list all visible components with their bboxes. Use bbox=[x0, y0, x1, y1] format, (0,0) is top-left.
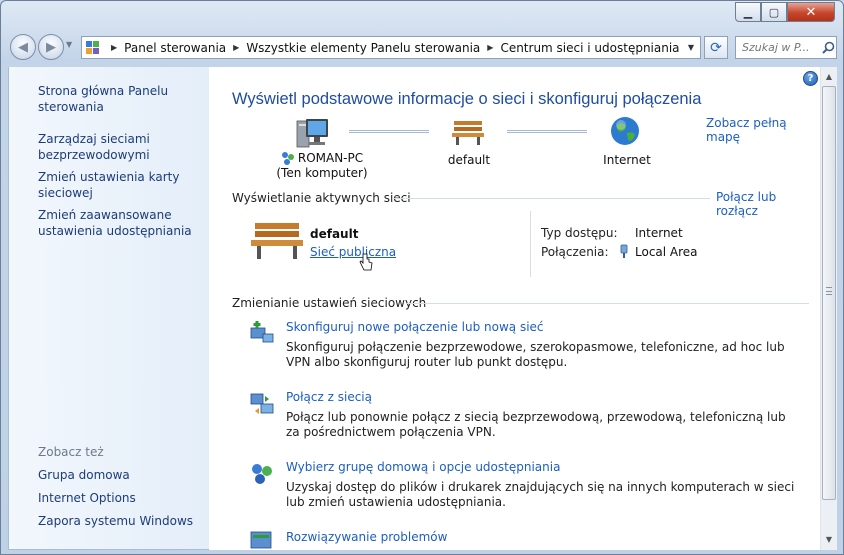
help-button[interactable]: ? bbox=[803, 71, 818, 86]
windows-firewall-link[interactable]: Zapora systemu Windows bbox=[38, 513, 193, 529]
address-dropdown-icon[interactable]: ▼ bbox=[682, 43, 700, 52]
access-type-value: Internet bbox=[635, 226, 683, 240]
search-icon[interactable] bbox=[820, 40, 836, 56]
computer-icon[interactable] bbox=[295, 117, 331, 149]
section-divider bbox=[407, 303, 809, 304]
grip-icon bbox=[826, 287, 832, 295]
setup-connection-link[interactable]: Skonfiguruj nowe połączenie lub nową sie… bbox=[286, 320, 544, 334]
breadcrumb-arrow-icon[interactable]: ▶ bbox=[487, 43, 493, 52]
control-panel-icon bbox=[86, 40, 104, 55]
minimize-button[interactable]: ▁ bbox=[735, 2, 761, 22]
advanced-sharing-link[interactable]: Zmień zaawansowane ustawienia udostępnia… bbox=[38, 207, 192, 239]
connections-label: Połączenia: bbox=[541, 245, 609, 259]
arrow-left-icon: ◀ bbox=[18, 39, 28, 55]
setup-connection-desc: Skonfiguruj połączenie bezprzewodowe, sz… bbox=[286, 340, 785, 369]
computer-subtitle: (Ten komputer) bbox=[276, 166, 368, 180]
map-connector-line bbox=[507, 130, 587, 133]
scroll-up-icon[interactable]: ▲ bbox=[821, 68, 837, 85]
see-also-heading: Zobacz też bbox=[38, 445, 104, 459]
see-full-map-link[interactable]: Zobacz pełną mapę bbox=[706, 116, 820, 144]
minimize-icon: ▁ bbox=[743, 5, 753, 19]
connect-disconnect-link[interactable]: Połącz lub rozłącz bbox=[716, 190, 820, 218]
navigation-bar: ◀ ▶ ▼ ▶ Panel sterowania ▶ Wszystkie elem… bbox=[1, 31, 843, 63]
close-button[interactable]: ✕ bbox=[787, 2, 835, 22]
change-adapter-link[interactable]: Zmień ustawienia karty sieciowej bbox=[38, 169, 179, 201]
homegroup-sharing-desc: Uzyskaj dostęp do plików i drukarek znaj… bbox=[286, 480, 795, 509]
help-icon: ? bbox=[807, 73, 814, 84]
connect-network-icon bbox=[249, 390, 275, 416]
network-share-icon bbox=[281, 151, 295, 165]
maximize-button[interactable]: ▢ bbox=[761, 2, 787, 22]
section-divider bbox=[392, 198, 710, 199]
internet-node-label: Internet bbox=[603, 153, 651, 167]
vertical-divider bbox=[530, 211, 531, 277]
arrow-right-icon: ▶ bbox=[46, 39, 56, 55]
globe-icon[interactable] bbox=[609, 115, 641, 147]
ethernet-icon bbox=[619, 244, 629, 259]
forward-button[interactable]: ▶ bbox=[38, 34, 64, 60]
history-dropdown-icon[interactable]: ▼ bbox=[66, 40, 72, 49]
homegroup-sharing-link[interactable]: Wybierz grupę domową i opcje udostępnian… bbox=[286, 460, 560, 474]
control-panel-home-link[interactable]: Strona główna Panelu sterowania bbox=[38, 83, 168, 115]
address-bar[interactable]: ▶ Panel sterowania ▶ Wszystkie elementy P… bbox=[81, 36, 701, 59]
window: ▁ ▢ ✕ ◀ ▶ ▼ ▶ Panel sterowania ▶ Wszystki… bbox=[0, 0, 844, 555]
title-bar[interactable]: ▁ ▢ ✕ bbox=[1, 1, 843, 31]
troubleshoot-link[interactable]: Rozwiązywanie problemów bbox=[286, 530, 447, 544]
troubleshoot-icon bbox=[249, 530, 275, 550]
connect-network-link[interactable]: Połącz z siecią bbox=[286, 390, 372, 404]
back-button[interactable]: ◀ bbox=[10, 34, 36, 60]
breadcrumb-centrum-sieci[interactable]: Centrum sieci i udostępniania bbox=[500, 41, 679, 55]
new-connection-icon bbox=[249, 320, 275, 346]
internet-options-link[interactable]: Internet Options bbox=[38, 490, 136, 506]
homegroup-icon bbox=[249, 460, 275, 486]
left-pane: Strona główna Panelu sterowania Zarządza… bbox=[8, 67, 209, 550]
page-title: Wyświetl podstawowe informacje o sieci i… bbox=[232, 90, 702, 108]
search-box[interactable] bbox=[735, 36, 837, 59]
breadcrumb-sep-0[interactable]: ▶ bbox=[104, 43, 124, 52]
breadcrumb-panel-sterowania[interactable]: Panel sterowania ▶ bbox=[124, 41, 246, 55]
change-settings-heading: Zmienianie ustawień sieciowych bbox=[232, 296, 427, 310]
main-content: ? Wyświetl podstawowe informacje o sieci… bbox=[209, 67, 820, 550]
vertical-scrollbar[interactable]: ▲ ▼ bbox=[820, 67, 837, 550]
network-node-label: default bbox=[447, 153, 491, 167]
refresh-button[interactable]: ⟳ bbox=[704, 36, 728, 59]
access-type-label: Typ dostępu: bbox=[541, 226, 618, 240]
refresh-icon: ⟳ bbox=[710, 39, 722, 56]
network-type-link[interactable]: Sieć publiczna bbox=[310, 245, 396, 259]
close-icon: ✕ bbox=[805, 4, 817, 20]
computer-node: ROMAN-PC (Ten komputer) bbox=[267, 151, 377, 180]
bench-icon[interactable] bbox=[452, 119, 484, 147]
computer-name: ROMAN-PC bbox=[297, 151, 364, 165]
breadcrumb-arrow-icon[interactable]: ▶ bbox=[233, 43, 239, 52]
breadcrumb-wszystkie-elementy[interactable]: Wszystkie elementy Panelu sterowania ▶ bbox=[246, 41, 500, 55]
homegroup-link[interactable]: Grupa domowa bbox=[38, 467, 130, 483]
scroll-down-icon[interactable]: ▼ bbox=[821, 531, 837, 548]
search-input[interactable] bbox=[742, 41, 820, 54]
local-area-connection-link[interactable]: Local Area bbox=[635, 245, 698, 259]
scroll-thumb[interactable] bbox=[822, 86, 836, 500]
map-connector-line bbox=[349, 130, 429, 133]
maximize-icon: ▢ bbox=[768, 5, 780, 19]
connect-network-desc: Połącz lub ponownie połącz z siecią bezp… bbox=[286, 410, 786, 439]
hand-cursor-icon bbox=[359, 253, 373, 273]
active-network-name: default bbox=[310, 227, 359, 241]
manage-wireless-link[interactable]: Zarządzaj sieciami bezprzewodowymi bbox=[38, 131, 150, 163]
public-network-bench-icon bbox=[251, 221, 303, 261]
active-networks-heading: Wyświetlanie aktywnych sieci bbox=[232, 191, 411, 205]
